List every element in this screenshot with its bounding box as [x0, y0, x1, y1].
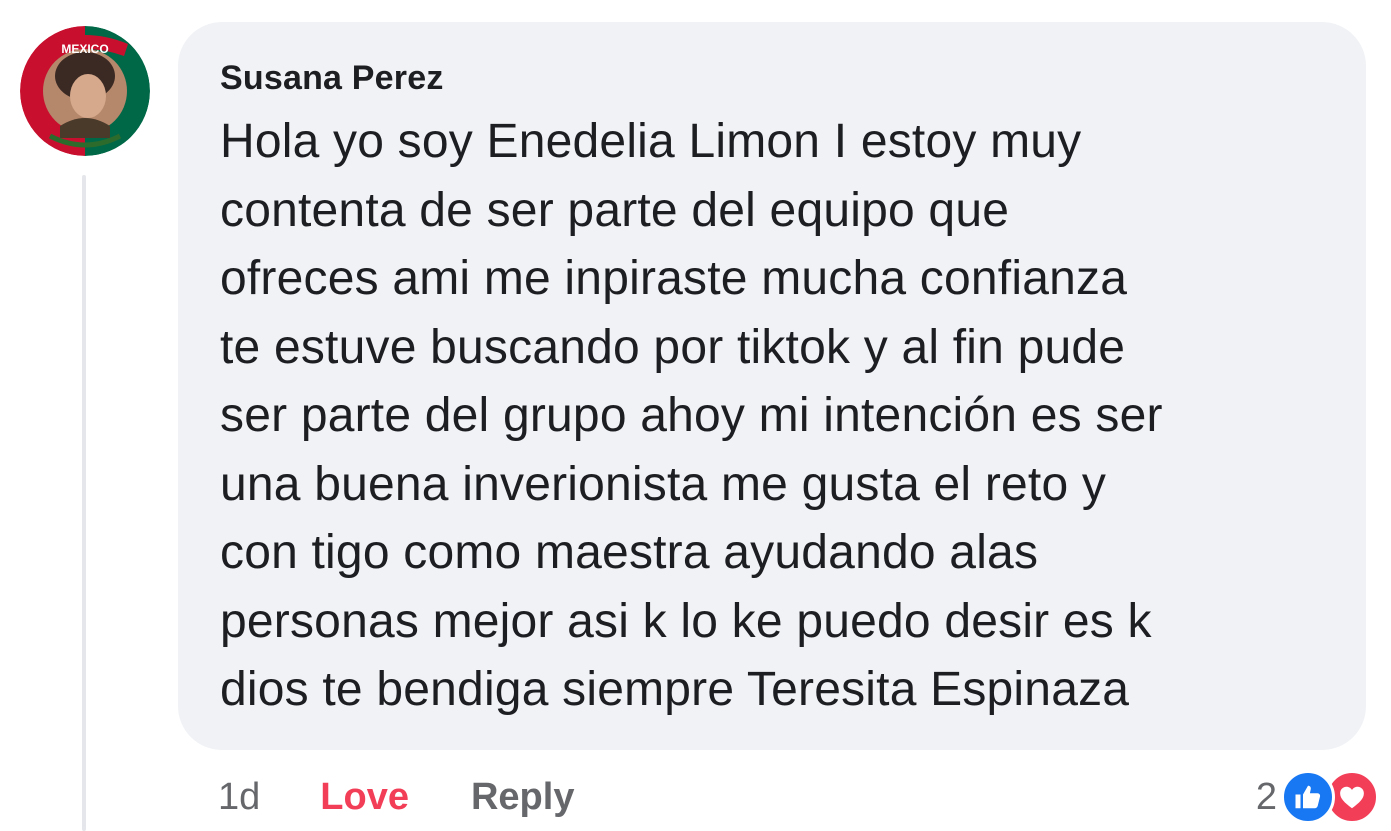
reaction-count: 2	[1255, 775, 1277, 818]
avatar[interactable]: MEXICO	[20, 26, 150, 156]
reply-button[interactable]: Reply	[471, 776, 574, 819]
comment-line: dios te bendiga siempre Teresita Espinaz…	[220, 663, 1130, 716]
comment-line: con tigo como maestra ayudando alas	[220, 526, 1039, 579]
comment-line: personas mejor asi k lo ke puedo desir e…	[220, 594, 1152, 648]
avatar-banner-text: MEXICO	[61, 42, 108, 56]
comment-author[interactable]: Susana Perez	[220, 56, 1326, 100]
comment-line: una buena inverionista me gusta el reto …	[220, 457, 1107, 511]
comment-line: ofreces ami me inpiraste mucha confianza	[220, 252, 1128, 305]
love-button[interactable]: Love	[320, 776, 409, 819]
avatar-image: MEXICO	[20, 26, 150, 156]
comment-text: Hola yo soy Enedelia Limon I estoy muy c…	[220, 108, 1326, 725]
like-icon	[1281, 770, 1335, 824]
reaction-summary[interactable]: 2	[1256, 768, 1379, 826]
comment-thread: MEXICO Susana Perez Hola yo soy Enedelia…	[0, 0, 1391, 831]
comment-line: Hola yo soy Enedelia Limon I estoy muy	[220, 115, 1082, 168]
comment-line: ser parte del grupo ahoy mi intención es…	[220, 389, 1163, 442]
comment-line: contenta de ser parte del equipo que	[220, 183, 1010, 237]
comment-timestamp[interactable]: 1d	[218, 776, 260, 819]
comment-actions: 1d Love Reply	[218, 772, 574, 822]
comment-bubble: Susana Perez Hola yo soy Enedelia Limon …	[178, 22, 1366, 750]
comment-line: te estuve buscando por tiktok y al fin p…	[220, 320, 1126, 374]
thread-line	[82, 175, 86, 831]
